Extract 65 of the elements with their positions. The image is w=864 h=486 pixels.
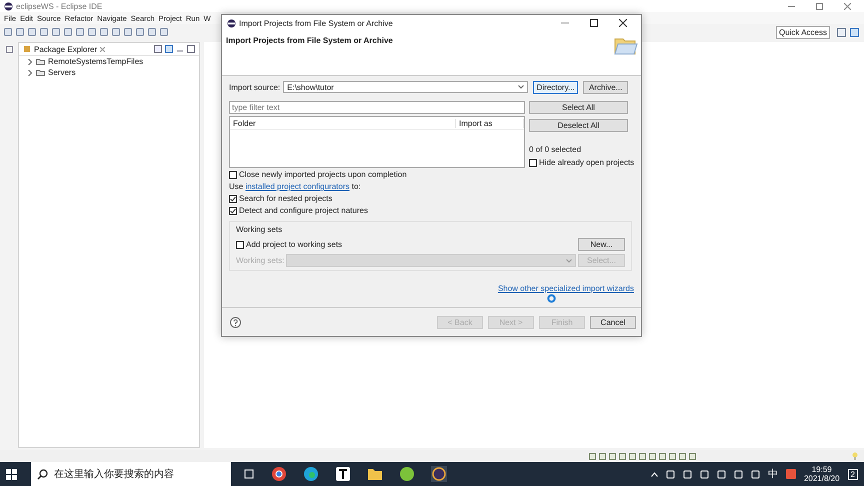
source-button[interactable]: Archive... (583, 80, 628, 94)
checkbox-label: Detect and configure project natures (239, 206, 368, 215)
taskbar-clock[interactable]: 19:59 2021/8/20 (804, 465, 840, 483)
close-button[interactable] (619, 19, 627, 28)
import-source-label: Import source: (229, 82, 280, 92)
taskbar-search-field[interactable]: 在这里输入你要搜索的内容 (31, 462, 231, 486)
import-wizards-link[interactable]: Show other specialized import wizards (498, 284, 634, 293)
checkbox-label: Add project to working sets (246, 240, 342, 249)
configurators-link[interactable]: installed project configurators (245, 182, 350, 191)
dialog-heading: Import Projects from File System or Archive (226, 36, 393, 45)
text-editor-icon[interactable] (335, 466, 351, 482)
input-method-indicator[interactable]: 中 (768, 467, 778, 481)
help-icon[interactable] (230, 316, 241, 328)
column-header[interactable]: Folder (230, 118, 456, 128)
maximize-view-icon[interactable] (187, 45, 195, 53)
windows-logo-icon[interactable] (6, 468, 17, 480)
source-button[interactable]: Directory... (533, 80, 578, 94)
checkbox-label: Hide already open projects (539, 158, 634, 167)
browser-icon[interactable] (303, 466, 319, 482)
selected-count: 0 of 0 selected (529, 145, 582, 154)
lightbulb-icon (852, 452, 858, 460)
tree-item[interactable]: RemoteSystemsTempFiles (48, 57, 144, 66)
eclipse-logo-icon (227, 18, 236, 28)
link-icon[interactable] (165, 45, 173, 53)
group-title: Working sets (236, 225, 284, 235)
dialog-title: Import Projects from File System or Archive (239, 18, 393, 28)
checkbox-label: Close newly imported projects upon completion (239, 170, 407, 179)
folder-icon (614, 36, 638, 56)
window-title: eclipseWS - Eclipse IDE (16, 2, 102, 10)
import-source-combo[interactable]: E:\show\tutor (283, 81, 528, 93)
wizard-button[interactable]: Cancel (590, 316, 636, 328)
filter-field[interactable]: type filter text (229, 101, 525, 114)
task-view-icon[interactable] (243, 468, 255, 480)
package-explorer-tab[interactable]: Package Explorer (34, 44, 98, 54)
checkbox[interactable] (229, 170, 237, 178)
search-icon (37, 468, 48, 480)
collapse-icon[interactable] (154, 45, 162, 53)
search-placeholder: 在这里输入你要搜索的内容 (54, 468, 174, 481)
checkbox[interactable] (229, 206, 237, 214)
chevron-icon[interactable] (27, 70, 33, 76)
tree-item[interactable]: Servers (48, 68, 76, 77)
close-tab-icon[interactable] (100, 46, 106, 52)
quick-access-field[interactable]: Quick Access (776, 26, 830, 38)
checkbox[interactable] (229, 194, 237, 202)
eclipse-app-icon[interactable] (431, 466, 447, 482)
maximize-button[interactable] (590, 19, 598, 28)
browser-icon[interactable] (271, 466, 287, 482)
spinner-icon (547, 294, 556, 303)
chevron-icon[interactable] (27, 58, 33, 64)
notification-badge[interactable]: 2 (848, 468, 858, 480)
checkbox-label: Search for nested projects (239, 194, 332, 203)
clock-date: 2021/8/20 (804, 474, 840, 483)
app-tray-icon[interactable] (786, 469, 796, 479)
selection-button[interactable]: Select All (529, 101, 628, 114)
column-header[interactable]: Import as (456, 118, 524, 128)
tray-caret-icon[interactable] (650, 472, 658, 476)
restore-icon[interactable] (6, 46, 12, 53)
dropdown-icon[interactable] (518, 85, 524, 89)
clock-time: 19:59 (812, 465, 832, 474)
package-icon (23, 45, 31, 53)
checkbox[interactable] (529, 158, 537, 166)
folder-icon[interactable] (367, 466, 383, 482)
selection-button[interactable]: Deselect All (529, 119, 628, 132)
configurators-text: Use installed project configurators to: (229, 181, 362, 192)
working-sets-label: Working sets: (236, 256, 284, 265)
